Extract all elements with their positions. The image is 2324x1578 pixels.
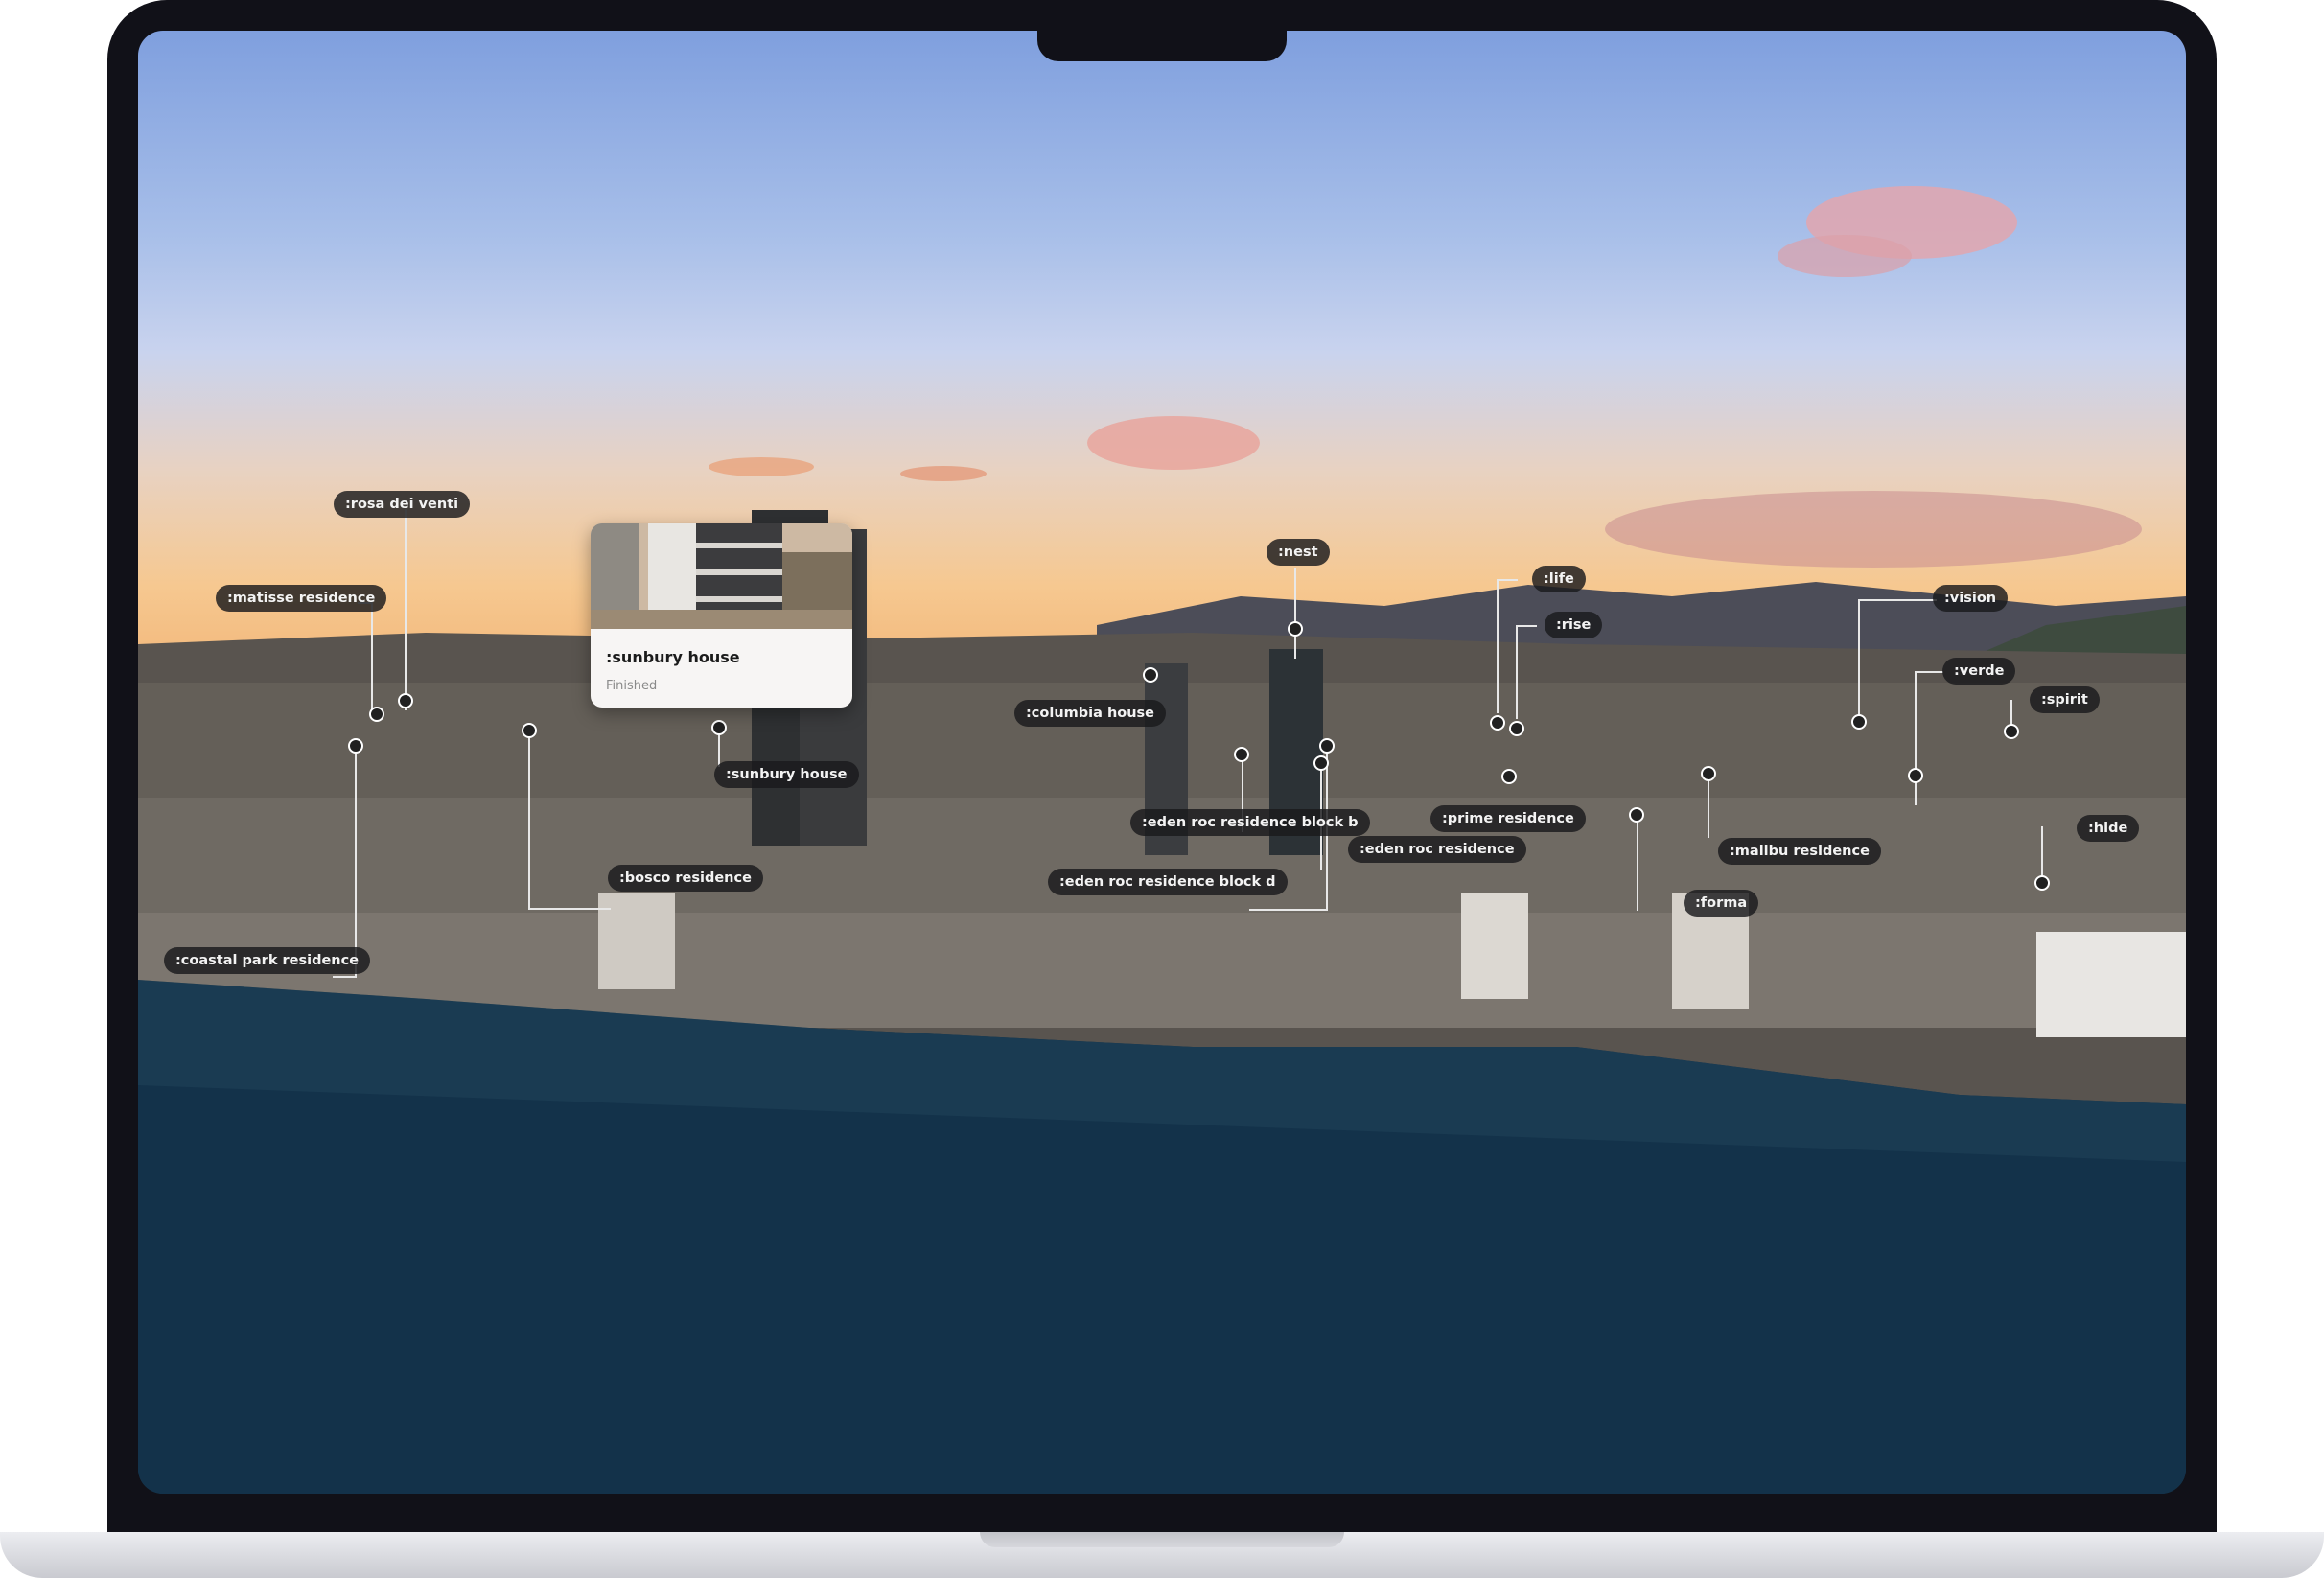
leader-line [1497, 579, 1499, 713]
leader-line [405, 509, 407, 710]
map-pin[interactable] [1143, 667, 1158, 683]
leader-line [2041, 826, 2043, 880]
leader-line [528, 731, 530, 910]
leader-line [1915, 671, 1917, 805]
leader-line [1637, 815, 1638, 911]
leader-line [1858, 599, 1860, 720]
camera-notch [1037, 31, 1287, 61]
marker-label-prime-residence[interactable]: :prime residence [1430, 805, 1586, 832]
map-pin[interactable] [398, 693, 413, 708]
marker-label-vision[interactable]: :vision [1933, 585, 2009, 612]
map-pin[interactable] [1629, 807, 1644, 823]
leader-line [1294, 568, 1296, 659]
map-pin[interactable] [2034, 875, 2050, 891]
leader-line [1915, 671, 1943, 673]
laptop-base-notch [980, 1532, 1344, 1547]
map-pin[interactable] [1908, 768, 1923, 783]
leader-line [1708, 775, 1709, 838]
map-pin[interactable] [1501, 769, 1517, 784]
map-pin[interactable] [711, 720, 727, 735]
marker-label-nest[interactable]: :nest [1267, 539, 1330, 566]
leader-line [371, 602, 373, 710]
marker-label-matisse-residence[interactable]: :matisse residence [216, 585, 387, 612]
marker-label-columbia-house[interactable]: :columbia house [1014, 700, 1167, 727]
marker-label-rosa-dei-venti[interactable]: :rosa dei venti [334, 491, 471, 518]
leader-line [1497, 579, 1518, 581]
leader-line [1249, 909, 1328, 911]
leader-line [355, 746, 357, 978]
map-pin[interactable] [1319, 738, 1335, 754]
project-preview-card[interactable]: :sunbury house Finished [591, 523, 852, 708]
project-status: Finished [606, 679, 658, 693]
map-pin[interactable] [348, 738, 363, 754]
panorama-viewer[interactable]: :sunbury house Finished :rosa dei venti … [138, 31, 2186, 1494]
map-pin[interactable] [1490, 715, 1505, 731]
marker-label-rise[interactable]: :rise [1545, 612, 1603, 638]
marker-label-spirit[interactable]: :spirit [2030, 686, 2100, 713]
marker-label-eden-roc-block-d[interactable]: :eden roc residence block d [1048, 869, 1288, 895]
marker-label-bosco-residence[interactable]: :bosco residence [608, 865, 763, 892]
leader-line [1516, 625, 1518, 719]
map-pin[interactable] [1509, 721, 1524, 736]
map-pin[interactable] [1288, 621, 1303, 637]
marker-label-eden-roc-block-b[interactable]: :eden roc residence block b [1130, 809, 1370, 836]
map-pin[interactable] [1851, 714, 1867, 730]
marker-label-life[interactable]: :life [1532, 566, 1586, 592]
map-pin[interactable] [1701, 766, 1716, 781]
marker-label-sunbury-house[interactable]: :sunbury house [714, 761, 859, 788]
marker-label-eden-roc-residence[interactable]: :eden roc residence [1348, 836, 1526, 863]
marker-label-coastal-park-residence[interactable]: :coastal park residence [164, 947, 371, 974]
project-thumbnail [591, 523, 852, 629]
leader-line [333, 976, 355, 978]
leader-line [1858, 599, 1937, 601]
map-pin[interactable] [1234, 747, 1249, 762]
project-title: :sunbury house [606, 648, 740, 666]
map-pin[interactable] [522, 723, 537, 738]
map-pin[interactable] [369, 707, 384, 722]
marker-label-forma[interactable]: :forma [1684, 890, 1759, 917]
map-pin[interactable] [1313, 755, 1329, 771]
map-pin[interactable] [2004, 724, 2019, 739]
marker-label-verde[interactable]: :verde [1942, 658, 2016, 685]
marker-label-malibu-residence[interactable]: :malibu residence [1718, 838, 1881, 865]
leader-line [1516, 625, 1537, 627]
marker-label-hide[interactable]: :hide [2077, 815, 2140, 842]
aerial-city-photo [138, 186, 2186, 1494]
leader-line [528, 908, 611, 910]
